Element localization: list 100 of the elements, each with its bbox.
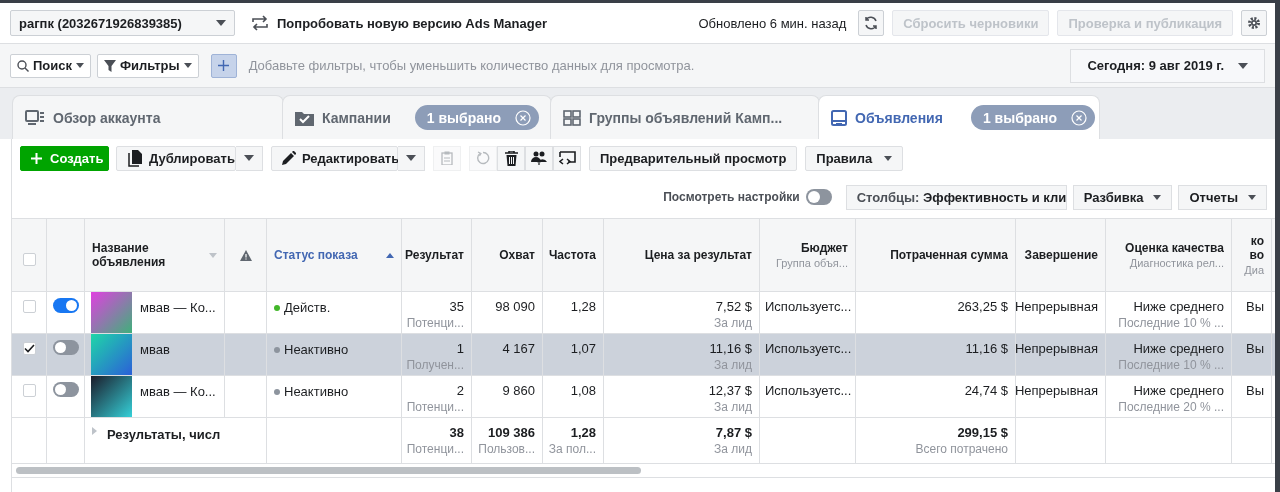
photo-placeholder <box>91 292 132 333</box>
photo-placeholder <box>91 376 132 417</box>
row-checkbox[interactable] <box>22 342 36 355</box>
breakdown-dropdown[interactable]: Разбивка <box>1072 184 1173 210</box>
cell-note: Потенци... <box>406 316 464 330</box>
tab[interactable]: Кампании 1 выбрано <box>282 95 552 139</box>
cell-note: Последние 20 % ... <box>1118 400 1224 414</box>
clear-icon[interactable] <box>515 109 531 126</box>
account-dropdown[interactable]: рагпк (2032671926839385) <box>10 10 235 36</box>
column-header[interactable]: Завершение <box>1024 248 1098 262</box>
search-dropdown[interactable]: Поиск <box>10 53 91 78</box>
settings-icon <box>1247 16 1261 30</box>
table-cell: Ниже среднего <box>1133 299 1224 314</box>
compare-button[interactable] <box>553 145 581 171</box>
table-cell: Ниже среднего <box>1133 383 1224 398</box>
ad-panel-icon <box>831 109 847 126</box>
tab[interactable]: Группы объявлений Камп... <box>550 95 820 139</box>
column-header[interactable]: Результат <box>405 248 464 262</box>
row-checkbox[interactable] <box>22 384 36 397</box>
table-cell: 4 167 <box>502 341 535 356</box>
sort-caret-icon <box>386 252 394 258</box>
table-cell: Используетс... <box>765 383 852 398</box>
column-header[interactable]: Название объявления <box>85 219 225 291</box>
caret-icon <box>1153 194 1162 200</box>
grid-icon <box>563 109 581 126</box>
audience-button[interactable] <box>525 145 553 171</box>
cell-note: За лид <box>714 442 752 456</box>
sort-caret-icon <box>209 252 217 258</box>
ad-name[interactable]: мвав — Ко... <box>140 376 216 399</box>
reports-dropdown[interactable]: Отчеты <box>1178 184 1267 210</box>
horizontal-scrollbar[interactable] <box>16 467 641 474</box>
tab[interactable]: Обзор аккаунта <box>12 95 284 139</box>
table-cell: 12,37 $ <box>708 383 752 398</box>
cell-note: За лид <box>714 400 752 414</box>
duplicate-button[interactable]: Дублировать <box>116 145 236 171</box>
ad-name[interactable]: мвав <box>140 334 170 357</box>
documents-icon <box>127 149 143 167</box>
table-cell: Используетс... <box>765 341 852 356</box>
trash-icon <box>504 150 518 166</box>
filter-hint-text: Добавьте фильтры, чтобы уменьшить количество данных для просмотра. <box>248 58 695 73</box>
clear-icon[interactable] <box>1071 109 1088 126</box>
caret-icon <box>216 20 226 26</box>
warning-icon <box>239 249 252 261</box>
delete-button[interactable] <box>497 145 525 171</box>
ad-toggle[interactable] <box>52 340 79 355</box>
clipboard-icon <box>441 151 453 165</box>
column-header[interactable]: Цена за результат <box>644 248 752 262</box>
pencil-icon <box>282 151 296 165</box>
add-filter-button[interactable] <box>210 53 237 78</box>
column-header[interactable]: Охват <box>499 248 535 262</box>
preview-button[interactable]: Предварительный просмотр <box>589 145 798 171</box>
table-cell: 7,52 $ <box>715 299 752 314</box>
table-cell: 263,25 $ <box>957 299 1008 314</box>
refresh-button[interactable] <box>858 10 885 36</box>
cell-note: Потенци... <box>406 442 464 456</box>
caret-icon <box>884 155 893 161</box>
column-header[interactable]: Частота <box>548 248 596 262</box>
rules-dropdown[interactable]: Правила <box>805 145 904 171</box>
table-cell: 1,28 <box>570 299 596 314</box>
table-cell: 38 <box>449 425 464 440</box>
column-header[interactable]: ко во <box>1239 234 1264 262</box>
settings-button[interactable] <box>1241 10 1267 36</box>
table-cell: 1 <box>456 341 464 356</box>
column-subheader: Группа объя... <box>776 257 848 269</box>
table-cell: 98 090 <box>495 299 535 314</box>
date-range-dropdown[interactable]: Сегодня: 9 авг 2019 г. <box>1070 48 1265 83</box>
select-all-checkbox[interactable] <box>22 252 36 266</box>
refresh-icon <box>863 15 880 31</box>
try-new-version-link[interactable]: Попробовать новую версию Ads Manager <box>251 15 547 31</box>
view-settings-toggle[interactable] <box>805 189 832 205</box>
swap-arrows-icon <box>251 15 269 31</box>
column-header[interactable]: Оценка качества <box>1125 241 1224 255</box>
status-text: Действ. <box>284 300 331 315</box>
screen-arrows-icon <box>558 150 576 166</box>
columns-dropdown[interactable]: Столбцы: Эффективность и кли <box>845 184 1067 210</box>
column-header[interactable]: Бюджет <box>800 241 848 255</box>
cell-note: Последние 10 % ... <box>1118 358 1224 372</box>
column-subheader: Диа <box>1244 264 1264 276</box>
selection-badge: 1 выбрано <box>970 105 1096 130</box>
column-header[interactable]: Статус показа <box>267 219 402 291</box>
ad-toggle[interactable] <box>52 382 79 397</box>
column-header[interactable]: Потраченная сумма <box>890 248 1008 262</box>
duplicate-menu-button[interactable] <box>236 145 263 171</box>
table-cell: Вы <box>1246 383 1264 398</box>
row-checkbox[interactable] <box>22 300 36 313</box>
table-cell: 1,08 <box>570 383 596 398</box>
table-cell: Используетс... <box>765 299 852 314</box>
photo-placeholder <box>91 334 132 375</box>
table-cell: 11,16 $ <box>709 341 752 356</box>
table-cell: 7,87 $ <box>715 425 752 440</box>
ad-name[interactable]: мвав — Ко... <box>140 292 216 315</box>
filters-dropdown[interactable]: Фильтры <box>97 53 199 78</box>
edit-button[interactable]: Редактировать <box>271 145 398 171</box>
expand-icon[interactable] <box>92 427 97 435</box>
edit-menu-button[interactable] <box>398 145 425 171</box>
table-cell: 9 860 <box>502 383 535 398</box>
caret-icon <box>406 155 416 161</box>
cell-note: Потенци... <box>406 400 464 414</box>
ad-toggle[interactable] <box>52 298 79 313</box>
tab[interactable]: Объявления 1 выбрано <box>818 95 1100 139</box>
